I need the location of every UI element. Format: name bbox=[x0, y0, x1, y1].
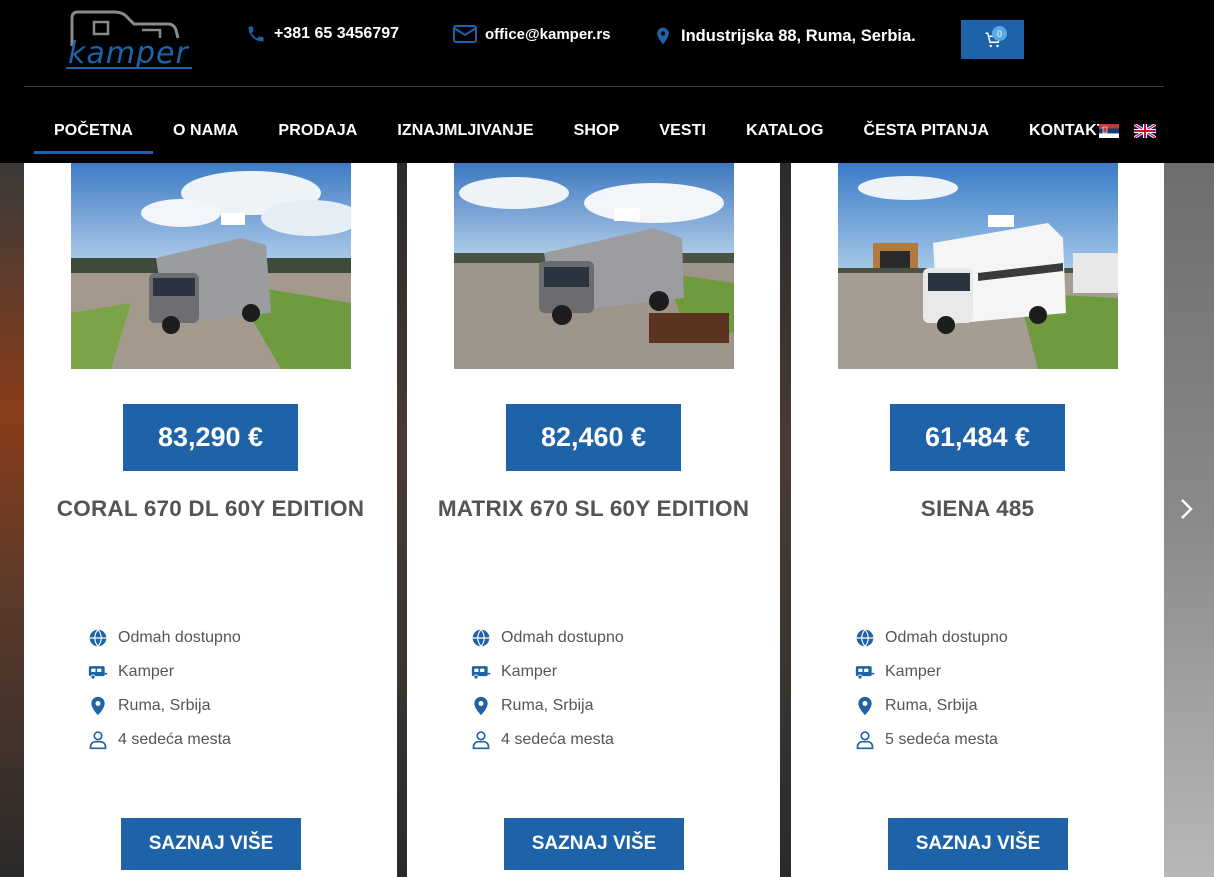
user-icon bbox=[472, 731, 490, 750]
map-pin-icon bbox=[858, 696, 872, 716]
address-text: Industrijska 88, Ruma, Serbia. bbox=[681, 26, 916, 45]
map-pin-icon bbox=[474, 696, 488, 716]
feature-location: Ruma, Srbija bbox=[471, 689, 624, 723]
price-badge: 83,290 € bbox=[123, 404, 298, 471]
seats-text: 4 sedeća mesta bbox=[501, 731, 614, 748]
camper-photo[interactable] bbox=[454, 163, 734, 369]
camper-photo[interactable] bbox=[838, 163, 1118, 369]
serbian-flag-icon[interactable] bbox=[1099, 124, 1119, 138]
uk-flag-icon[interactable] bbox=[1134, 124, 1156, 138]
main-nav: POČETNA O NAMA PRODAJA IZNAJMLJIVANJE SH… bbox=[34, 108, 1127, 154]
price-badge: 82,460 € bbox=[506, 404, 681, 471]
availability-text: Odmah dostupno bbox=[501, 629, 624, 646]
location-text: Ruma, Srbija bbox=[118, 697, 211, 714]
availability-text: Odmah dostupno bbox=[118, 629, 241, 646]
address-contact[interactable]: Industrijska 88, Ruma, Serbia. bbox=[653, 24, 916, 48]
phone-number: +381 65 3456797 bbox=[274, 25, 400, 42]
cart-count-badge: 0 bbox=[992, 26, 1007, 41]
phone-contact[interactable]: +381 65 3456797 bbox=[246, 24, 399, 44]
feature-type: Kamper bbox=[471, 655, 624, 689]
type-text: Kamper bbox=[885, 663, 942, 680]
feature-list: Odmah dostupno Kamper Ruma, Srbija 4 sed… bbox=[88, 621, 241, 757]
location-text: Ruma, Srbija bbox=[501, 697, 594, 714]
feature-list: Odmah dostupno Kamper Ruma, Srbija 5 sed… bbox=[855, 621, 1008, 757]
feature-seats: 4 sedeća mesta bbox=[471, 723, 624, 757]
nav-item-shop[interactable]: SHOP bbox=[554, 108, 640, 154]
type-text: Kamper bbox=[501, 663, 558, 680]
carousel-next-arrow[interactable] bbox=[1180, 494, 1194, 528]
location-pin-icon bbox=[657, 27, 669, 45]
seats-text: 4 sedeća mesta bbox=[118, 731, 231, 748]
type-text: Kamper bbox=[118, 663, 175, 680]
cart-button[interactable]: 0 bbox=[961, 20, 1024, 59]
user-icon bbox=[89, 731, 107, 750]
availability-text: Odmah dostupno bbox=[885, 629, 1008, 646]
feature-availability: Odmah dostupno bbox=[855, 621, 1008, 655]
camper-van-icon bbox=[88, 666, 108, 680]
nav-item-vesti[interactable]: VESTI bbox=[639, 108, 726, 154]
globe-icon bbox=[472, 629, 490, 647]
user-icon bbox=[856, 731, 874, 750]
camper-card: 83,290 € CORAL 670 DL 60Y EDITION Odmah … bbox=[24, 163, 397, 877]
camper-van-icon bbox=[471, 666, 491, 680]
language-switcher bbox=[1099, 124, 1156, 138]
feature-seats: 5 sedeća mesta bbox=[855, 723, 1008, 757]
logo-text: kamper bbox=[68, 36, 189, 71]
globe-icon bbox=[856, 629, 874, 647]
nav-item-katalog[interactable]: KATALOG bbox=[726, 108, 843, 154]
feature-type: Kamper bbox=[855, 655, 1008, 689]
header-divider bbox=[24, 86, 1164, 87]
globe-icon bbox=[89, 629, 107, 647]
site-header: kamper +381 65 3456797 office@kamper.rs … bbox=[0, 0, 1214, 163]
camper-title[interactable]: CORAL 670 DL 60Y EDITION bbox=[24, 496, 397, 522]
nav-item-prodaja[interactable]: PRODAJA bbox=[258, 108, 377, 154]
price-badge: 61,484 € bbox=[890, 404, 1065, 471]
feature-type: Kamper bbox=[88, 655, 241, 689]
email-contact[interactable]: office@kamper.rs bbox=[453, 24, 611, 44]
feature-seats: 4 sedeća mesta bbox=[88, 723, 241, 757]
camper-card: 61,484 € SIENA 485 Odmah dostupno Kamper… bbox=[791, 163, 1164, 877]
nav-item-iznajmljivanje[interactable]: IZNAJMLJIVANJE bbox=[377, 108, 553, 154]
camper-photo[interactable] bbox=[71, 163, 351, 369]
kamper-logo[interactable]: kamper bbox=[64, 8, 194, 72]
camper-title[interactable]: SIENA 485 bbox=[791, 496, 1164, 522]
camper-van-icon bbox=[855, 666, 875, 680]
phone-icon bbox=[248, 26, 264, 42]
feature-location: Ruma, Srbija bbox=[88, 689, 241, 723]
feature-list: Odmah dostupno Kamper Ruma, Srbija 4 sed… bbox=[471, 621, 624, 757]
seats-text: 5 sedeća mesta bbox=[885, 731, 998, 748]
learn-more-button[interactable]: SAZNAJ VIŠE bbox=[504, 818, 684, 870]
learn-more-button[interactable]: SAZNAJ VIŠE bbox=[121, 818, 301, 870]
chevron-right-icon bbox=[1181, 499, 1193, 519]
feature-location: Ruma, Srbija bbox=[855, 689, 1008, 723]
camper-title[interactable]: MATRIX 670 SL 60Y EDITION bbox=[407, 496, 780, 522]
envelope-icon bbox=[453, 25, 477, 43]
map-pin-icon bbox=[91, 696, 105, 716]
nav-item-o-nama[interactable]: O NAMA bbox=[153, 108, 258, 154]
background-left-strip bbox=[0, 163, 24, 877]
learn-more-button[interactable]: SAZNAJ VIŠE bbox=[888, 818, 1068, 870]
location-text: Ruma, Srbija bbox=[885, 697, 978, 714]
feature-availability: Odmah dostupno bbox=[88, 621, 241, 655]
nav-item-cesta-pitanja[interactable]: ČESTA PITANJA bbox=[844, 108, 1009, 154]
camper-card: 82,460 € MATRIX 670 SL 60Y EDITION Odmah… bbox=[407, 163, 780, 877]
email-address: office@kamper.rs bbox=[485, 25, 611, 43]
feature-availability: Odmah dostupno bbox=[471, 621, 624, 655]
nav-item-pocetna[interactable]: POČETNA bbox=[34, 108, 153, 154]
